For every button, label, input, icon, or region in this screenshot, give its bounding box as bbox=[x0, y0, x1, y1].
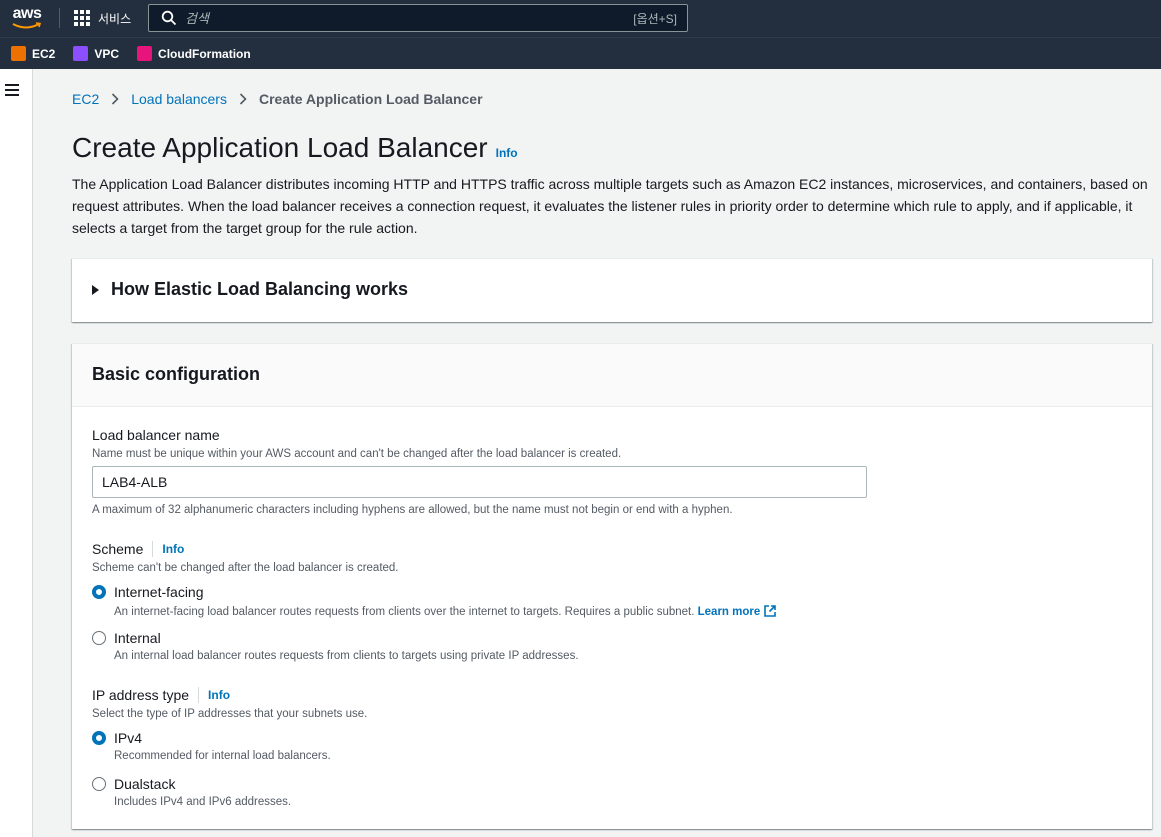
nav-divider bbox=[59, 8, 60, 28]
radio-description: Recommended for internal load balancers. bbox=[114, 750, 331, 762]
how-elb-works-panel: How Elastic Load Balancing works bbox=[72, 258, 1152, 322]
scheme-option-internet-facing[interactable]: Internet-facing An internet-facing load … bbox=[92, 583, 777, 618]
caret-right-icon bbox=[92, 284, 99, 295]
scheme-info-link[interactable]: Info bbox=[162, 542, 184, 556]
main-content: EC2 Load balancers Create Application Lo… bbox=[34, 69, 1161, 837]
scheme-option-internal[interactable]: Internal An internal load balancer route… bbox=[92, 629, 579, 662]
page-description: The Application Load Balancer distribute… bbox=[72, 176, 1148, 236]
aws-logo[interactable]: aws bbox=[10, 6, 44, 32]
aws-smile-icon bbox=[12, 22, 42, 29]
radio-button-selected[interactable] bbox=[92, 731, 106, 745]
radio-button[interactable] bbox=[92, 631, 106, 645]
label-divider bbox=[198, 687, 200, 703]
menu-toggle-icon[interactable] bbox=[5, 84, 19, 96]
radio-title: Dualstack bbox=[114, 776, 176, 792]
radio-description-text: An internet-facing load balancer routes … bbox=[114, 606, 695, 618]
ip-option-ipv4[interactable]: IPv4 Recommended for internal load balan… bbox=[92, 729, 331, 762]
basic-configuration-panel: Basic configuration Load balancer name N… bbox=[72, 343, 1152, 829]
favorite-label: CloudFormation bbox=[158, 46, 251, 61]
favorite-cloudformation[interactable]: CloudFormation bbox=[137, 46, 251, 61]
page-info-link[interactable]: Info bbox=[496, 146, 518, 160]
load-balancer-name-input[interactable] bbox=[92, 466, 867, 498]
load-balancer-name-constraint: A maximum of 32 alphanumeric characters … bbox=[92, 504, 733, 516]
label-divider bbox=[152, 541, 154, 557]
favorite-ec2[interactable]: EC2 bbox=[11, 46, 55, 61]
ip-address-type-info-link[interactable]: Info bbox=[208, 688, 230, 702]
global-search[interactable]: [옵션+S] bbox=[148, 4, 688, 32]
basic-configuration-title: Basic configuration bbox=[92, 364, 261, 384]
panel-header: Basic configuration bbox=[72, 344, 1152, 407]
breadcrumb: EC2 Load balancers Create Application Lo… bbox=[72, 91, 483, 107]
services-menu-button[interactable]: 서비스 bbox=[74, 8, 131, 28]
search-shortcut-hint: [옵션+S] bbox=[633, 11, 677, 26]
search-input[interactable] bbox=[185, 10, 634, 26]
services-grid-icon bbox=[74, 10, 90, 26]
learn-more-link[interactable]: Learn more bbox=[697, 605, 778, 618]
load-balancer-name-label: Load balancer name bbox=[92, 427, 220, 443]
how-elb-works-title: How Elastic Load Balancing works bbox=[111, 279, 409, 299]
radio-description: Includes IPv4 and IPv6 addresses. bbox=[114, 796, 292, 808]
top-navigation: aws 서비스 [옵션+S] bbox=[0, 0, 1161, 37]
chevron-right-icon bbox=[112, 93, 119, 105]
search-icon bbox=[161, 10, 177, 26]
favorite-label: EC2 bbox=[32, 46, 56, 61]
favorite-label: VPC bbox=[94, 46, 120, 61]
radio-button[interactable] bbox=[92, 777, 106, 791]
external-link-icon bbox=[764, 605, 777, 617]
ip-address-type-label: IP address type Info bbox=[92, 687, 230, 703]
ip-address-type-description: Select the type of IP addresses that you… bbox=[92, 708, 368, 720]
chevron-right-icon bbox=[239, 93, 247, 105]
radio-title: IPv4 bbox=[114, 730, 143, 746]
label-text: Scheme bbox=[92, 541, 144, 557]
ec2-service-icon bbox=[11, 46, 26, 61]
radio-description: An internet-facing load balancer routes … bbox=[114, 604, 777, 618]
radio-button-selected[interactable] bbox=[92, 585, 106, 599]
how-elb-works-expander[interactable]: How Elastic Load Balancing works bbox=[92, 279, 408, 300]
radio-title: Internet-facing bbox=[114, 584, 204, 600]
scheme-description: Scheme can't be changed after the load b… bbox=[92, 562, 399, 574]
favorite-vpc[interactable]: VPC bbox=[73, 46, 119, 61]
breadcrumb-current: Create Application Load Balancer bbox=[258, 91, 483, 107]
breadcrumb-ec2[interactable]: EC2 bbox=[72, 91, 99, 107]
cloudformation-service-icon bbox=[137, 46, 153, 61]
load-balancer-name-description: Name must be unique within your AWS acco… bbox=[92, 448, 622, 460]
services-label: 서비스 bbox=[98, 11, 132, 26]
breadcrumb-load-balancers[interactable]: Load balancers bbox=[131, 91, 227, 107]
radio-title: Internal bbox=[114, 630, 161, 646]
label-text: Load balancer name bbox=[92, 427, 220, 443]
favorites-bar: EC2 VPC CloudFormation bbox=[0, 37, 1161, 69]
ip-option-dualstack[interactable]: Dualstack Includes IPv4 and IPv6 address… bbox=[92, 775, 291, 808]
scheme-label: Scheme Info bbox=[92, 541, 184, 557]
page-title-text: Create Application Load Balancer bbox=[72, 132, 488, 163]
label-text: IP address type bbox=[92, 687, 190, 703]
vpc-service-icon bbox=[73, 46, 89, 61]
learn-more-text: Learn more bbox=[697, 606, 761, 618]
side-navigation-collapsed bbox=[0, 69, 33, 837]
radio-description: An internal load balancer routes request… bbox=[114, 650, 579, 662]
aws-logo-text: aws bbox=[12, 5, 42, 22]
page-title: Create Application Load Balancer Info bbox=[72, 132, 518, 164]
